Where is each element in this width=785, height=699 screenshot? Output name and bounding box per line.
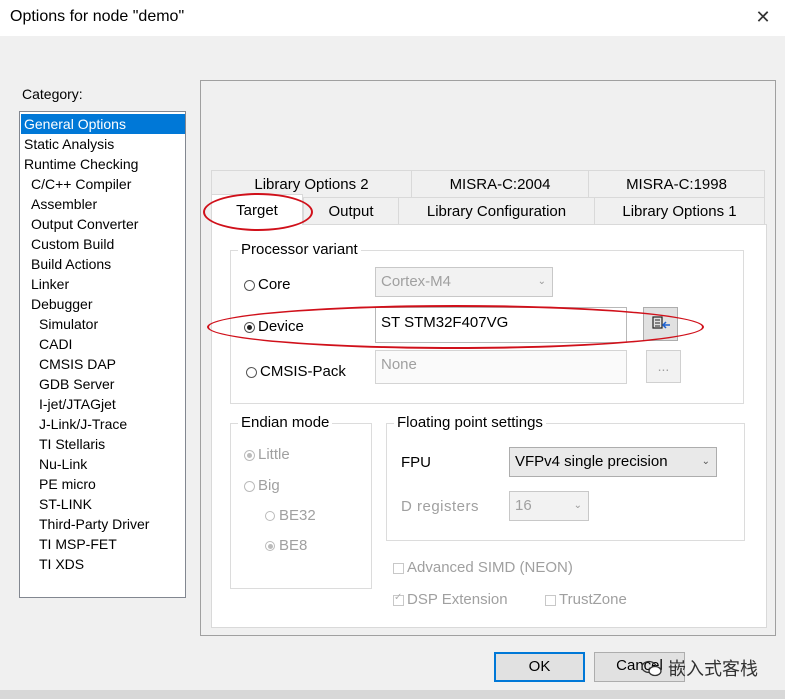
core-select[interactable]: Cortex-M4 ⌄ <box>375 267 553 297</box>
category-item[interactable]: PE micro <box>39 474 96 494</box>
cmsis-pack-browse-button[interactable]: ... <box>646 350 681 383</box>
advanced-simd-checkbox[interactable] <box>393 563 404 574</box>
trustzone-checkbox[interactable] <box>545 595 556 606</box>
little-label: Little <box>258 446 290 463</box>
tab-library-options-1[interactable]: Library Options 1 <box>594 197 765 225</box>
category-item[interactable]: C/C++ Compiler <box>31 174 131 194</box>
annotation-ellipse-target <box>203 193 313 231</box>
fpu-label: FPU <box>401 454 431 471</box>
core-value: Cortex-M4 <box>381 273 452 290</box>
category-item[interactable]: Custom Build <box>31 234 114 254</box>
dsp-extension-checkbox[interactable] <box>393 592 404 606</box>
close-icon: ✕ <box>755 7 771 27</box>
advanced-simd-label: Advanced SIMD (NEON) <box>407 559 573 576</box>
floating-point-label: Floating point settings <box>394 414 546 431</box>
watermark: 嵌入式客栈 <box>641 655 758 681</box>
category-item[interactable]: Runtime Checking <box>24 154 138 174</box>
category-item[interactable]: I-jet/JTAGjet <box>39 394 116 414</box>
category-item[interactable]: Static Analysis <box>24 134 114 154</box>
category-item[interactable]: J-Link/J-Trace <box>39 414 127 434</box>
floating-point-group <box>386 423 745 541</box>
d-registers-label: D registers <box>401 498 480 515</box>
d-registers-select[interactable]: 16 ⌄ <box>509 491 589 521</box>
category-item[interactable]: General Options <box>21 114 185 134</box>
window-title: Options for node "demo" <box>10 8 185 25</box>
core-label: Core <box>258 276 291 293</box>
watermark-text: 嵌入式客栈 <box>668 659 759 679</box>
bottom-strip <box>0 690 785 699</box>
category-item[interactable]: GDB Server <box>39 374 114 394</box>
core-radio[interactable] <box>244 280 255 291</box>
tab-library-configuration[interactable]: Library Configuration <box>398 197 595 225</box>
endian-mode-group <box>230 423 372 589</box>
category-item[interactable]: TI MSP-FET <box>39 534 117 554</box>
category-item[interactable]: Linker <box>31 274 69 294</box>
dsp-extension-label: DSP Extension <box>407 591 508 608</box>
cmsis-pack-field[interactable]: None <box>375 350 627 384</box>
big-label: Big <box>258 477 280 494</box>
category-item[interactable]: Simulator <box>39 314 98 334</box>
annotation-ellipse-device <box>207 305 704 349</box>
be8-radio[interactable] <box>265 541 275 551</box>
category-item[interactable]: ST-LINK <box>39 494 92 514</box>
cmsis-pack-label: CMSIS-Pack <box>260 363 346 380</box>
close-button[interactable]: ✕ <box>748 4 778 30</box>
category-item[interactable]: TI XDS <box>39 554 84 574</box>
ok-button[interactable]: OK <box>494 652 585 682</box>
category-item[interactable]: CADI <box>39 334 72 354</box>
cmsis-pack-radio[interactable] <box>246 367 257 378</box>
d-registers-value: 16 <box>515 497 532 514</box>
wechat-icon <box>641 660 662 677</box>
category-item[interactable]: TI Stellaris <box>39 434 105 454</box>
chevron-down-icon: ⌄ <box>573 500 582 511</box>
category-item[interactable]: Nu-Link <box>39 454 87 474</box>
be8-label: BE8 <box>279 537 308 554</box>
fpu-select[interactable]: VFPv4 single precision ⌄ <box>509 447 717 477</box>
tab-misra-c-1998[interactable]: MISRA-C:1998 <box>588 170 765 198</box>
trustzone-label: TrustZone <box>559 591 627 608</box>
category-item[interactable]: Third-Party Driver <box>39 514 149 534</box>
tab-output[interactable]: Output <box>303 197 399 225</box>
processor-variant-label: Processor variant <box>238 241 361 258</box>
be32-radio[interactable] <box>265 511 275 521</box>
category-item[interactable]: Build Actions <box>31 254 111 274</box>
chevron-down-icon: ⌄ <box>701 456 710 467</box>
fpu-value: VFPv4 single precision <box>515 453 668 470</box>
big-radio[interactable] <box>244 481 255 492</box>
little-radio[interactable] <box>244 450 255 461</box>
category-item[interactable]: Assembler <box>31 194 97 214</box>
tab-misra-c-2004[interactable]: MISRA-C:2004 <box>411 170 589 198</box>
category-list[interactable]: General Options Static Analysis Runtime … <box>19 111 186 598</box>
category-label: Category: <box>22 86 83 102</box>
be32-label: BE32 <box>279 507 316 524</box>
endian-mode-label: Endian mode <box>238 414 333 431</box>
category-item[interactable]: Debugger <box>31 294 93 314</box>
category-item[interactable]: Output Converter <box>31 214 138 234</box>
chevron-down-icon: ⌄ <box>537 276 546 287</box>
category-item[interactable]: CMSIS DAP <box>39 354 116 374</box>
